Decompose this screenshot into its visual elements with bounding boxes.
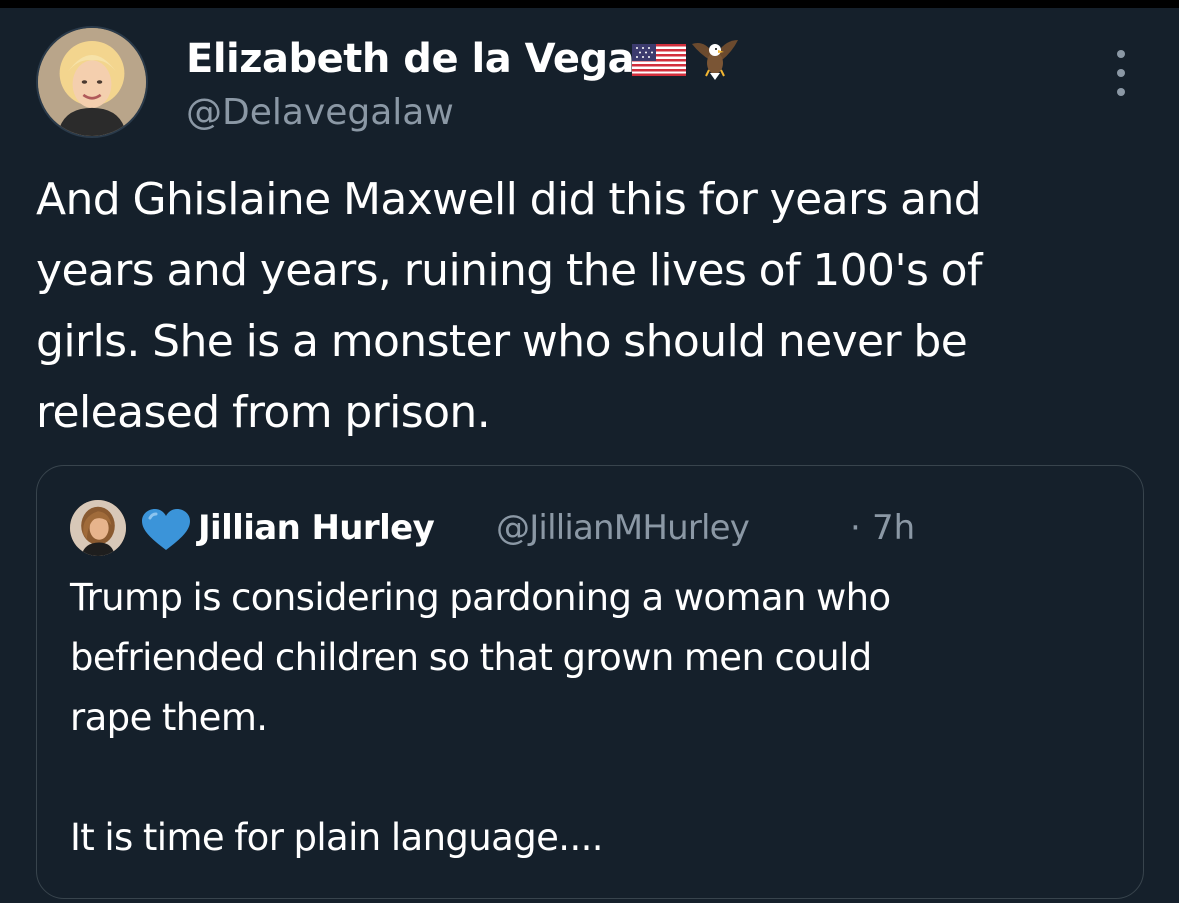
quoted-tweet-timestamp[interactable]: 7h: [872, 506, 915, 550]
more-dot: [1117, 50, 1125, 58]
quoted-author-handle[interactable]: @JillianMHurley: [496, 506, 750, 550]
quoted-author-avatar-image: [70, 500, 126, 556]
quoted-tweet-text: Trump is considering pardoning a woman w…: [70, 568, 1130, 868]
tweet-text: And Ghislaine Maxwell did this for years…: [36, 164, 1156, 448]
more-dot: [1117, 88, 1125, 96]
quoted-text-line: befriended children so that grown men co…: [70, 636, 872, 679]
us-flag-icon: [632, 44, 686, 76]
quoted-text-line: Trump is considering pardoning a woman w…: [70, 576, 891, 619]
quoted-meta-separator: ·: [850, 508, 861, 548]
tweet-text-line: years and years, ruining the lives of 10…: [36, 245, 982, 296]
tweet-text-line: girls. She is a monster who should never…: [36, 316, 968, 367]
tweet-text-line: released from prison.: [36, 387, 491, 438]
eagle-icon: [692, 40, 738, 80]
author-avatar[interactable]: [36, 26, 148, 138]
quoted-author-name[interactable]: Jillian Hurley: [198, 506, 435, 550]
tweet-text-line: And Ghislaine Maxwell did this for years…: [36, 174, 982, 225]
quoted-author-avatar[interactable]: [70, 500, 126, 556]
quoted-text-line: rape them.: [70, 696, 268, 739]
quoted-text-line: [70, 748, 1130, 808]
top-strip: [0, 0, 1179, 8]
author-name[interactable]: Elizabeth de la Vega: [186, 36, 635, 82]
author-avatar-image: [38, 28, 146, 136]
more-dot: [1117, 69, 1125, 77]
more-options-icon[interactable]: [1106, 50, 1136, 96]
quoted-text-line: It is time for plain language....: [70, 816, 604, 859]
author-handle[interactable]: @Delavegalaw: [186, 92, 454, 134]
blue-heart-icon: [142, 509, 190, 550]
